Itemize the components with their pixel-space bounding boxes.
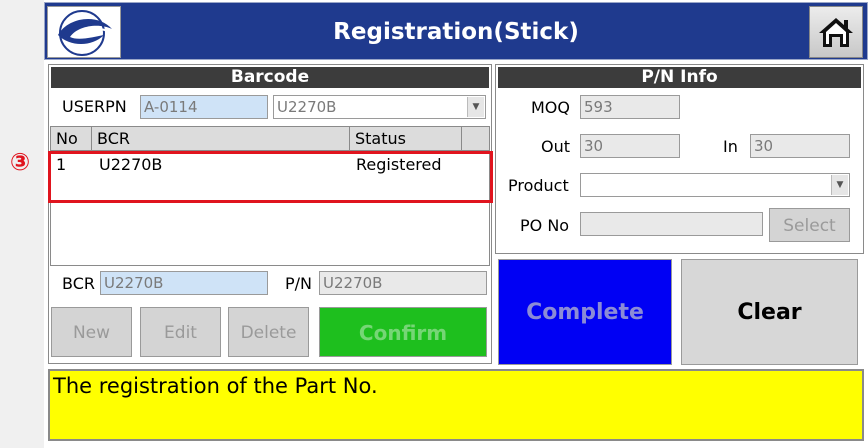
- bcr-label: BCR: [62, 274, 95, 293]
- window-title: Registration(Stick): [333, 19, 579, 45]
- home-button[interactable]: [809, 6, 863, 58]
- company-logo: [47, 6, 121, 58]
- bcr-input[interactable]: U2270B: [100, 271, 268, 295]
- home-icon: [819, 18, 853, 47]
- complete-button[interactable]: Complete: [498, 259, 672, 365]
- delete-button[interactable]: Delete: [228, 307, 309, 357]
- chevron-down-icon[interactable]: ▼: [467, 97, 484, 117]
- product-select[interactable]: ▼: [580, 173, 850, 197]
- new-button[interactable]: New: [51, 307, 132, 357]
- pn-field[interactable]: U2270B: [319, 271, 487, 295]
- po-field[interactable]: [580, 212, 763, 236]
- clear-button[interactable]: Clear: [681, 259, 858, 365]
- column-header-bcr[interactable]: BCR: [92, 127, 350, 151]
- pn-label: P/N: [285, 274, 313, 293]
- confirm-button[interactable]: Confirm: [319, 307, 487, 357]
- pn-info-header: P/N Info: [498, 67, 861, 88]
- edit-button[interactable]: Edit: [140, 307, 221, 357]
- userpn-label: USERPN: [62, 97, 127, 116]
- column-header-status[interactable]: Status: [350, 127, 462, 151]
- step-marker: ③: [9, 148, 31, 176]
- moq-field[interactable]: 593: [580, 95, 680, 119]
- highlight-box: [48, 151, 493, 203]
- po-label: PO No: [520, 216, 570, 235]
- userpn-select-value: U2270B: [277, 98, 337, 116]
- select-button[interactable]: Select: [769, 208, 850, 242]
- moq-label: MOQ: [531, 98, 570, 117]
- grid-header: No BCR Status: [51, 127, 489, 151]
- barcode-header: Barcode: [51, 67, 489, 88]
- userpn-select[interactable]: U2270B ▼: [273, 95, 486, 119]
- column-header-no[interactable]: No: [51, 127, 92, 151]
- status-message: The registration of the Part No.: [48, 369, 864, 441]
- in-label: In: [723, 137, 738, 156]
- in-field[interactable]: 30: [750, 134, 850, 158]
- out-label: Out: [541, 137, 571, 156]
- chevron-down-icon[interactable]: ▼: [831, 175, 848, 195]
- out-field[interactable]: 30: [580, 134, 680, 158]
- product-label: Product: [508, 176, 569, 195]
- userpn-input[interactable]: A-0114: [140, 95, 268, 119]
- title-bar: Registration(Stick): [44, 2, 868, 60]
